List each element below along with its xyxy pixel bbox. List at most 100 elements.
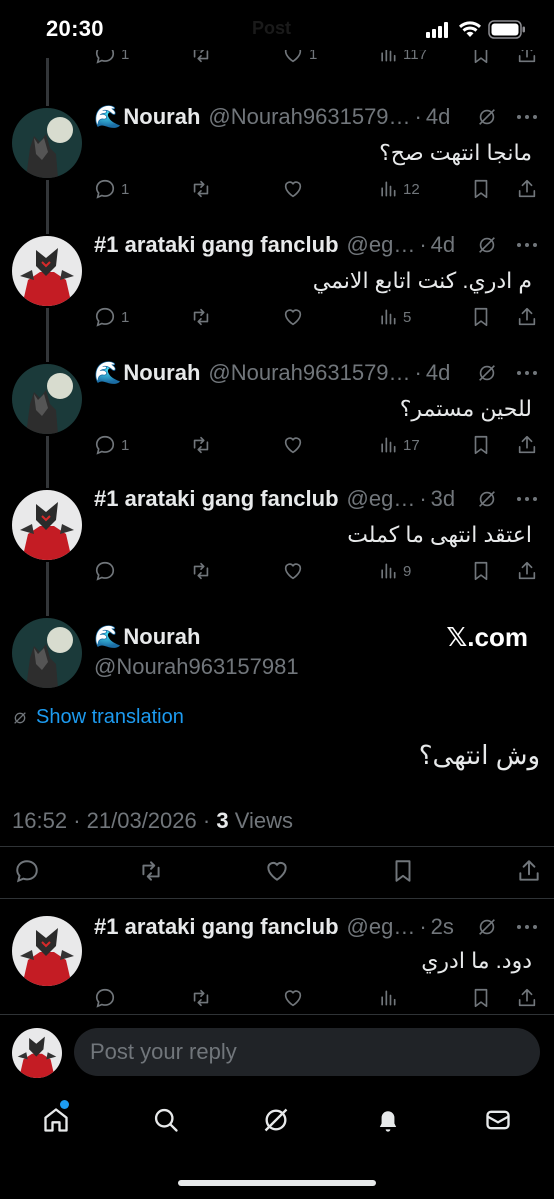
handle[interactable]: @Nourah9631579…	[208, 360, 410, 386]
timestamp[interactable]: 4d	[426, 104, 450, 130]
display-name[interactable]: #1 arataki gang fanclub	[94, 914, 339, 940]
tab-grok[interactable]	[262, 1106, 290, 1134]
display-name[interactable]: #1 arataki gang fanclub	[94, 232, 339, 258]
repost-action[interactable]	[190, 431, 212, 459]
handle[interactable]: @Nourah9631579…	[208, 104, 410, 130]
tab-messages[interactable]	[484, 1106, 512, 1134]
repost-action[interactable]	[190, 175, 212, 203]
grok-icon[interactable]	[476, 362, 498, 384]
handle[interactable]: @Nourah963157981	[94, 654, 299, 680]
share-action[interactable]	[516, 431, 538, 459]
more-options-icon[interactable]	[516, 242, 538, 248]
share-action[interactable]	[516, 557, 538, 585]
reply-input[interactable]: Post your reply	[74, 1028, 540, 1076]
share-icon	[518, 988, 536, 1007]
avatar[interactable]	[12, 364, 82, 434]
bookmark-action[interactable]	[470, 557, 492, 585]
display-name[interactable]: #1 arataki gang fanclub	[94, 486, 339, 512]
timestamp[interactable]: 4d	[431, 232, 455, 258]
post-time: 16:52	[12, 808, 68, 833]
show-translation-label[interactable]: Show translation	[36, 706, 184, 729]
like-action[interactable]	[282, 431, 304, 459]
reply-action[interactable]	[94, 557, 121, 585]
avatar[interactable]	[12, 108, 82, 178]
views-action[interactable]: 12	[378, 175, 420, 203]
reply-action[interactable]: 1	[94, 50, 129, 68]
bookmark-action[interactable]	[470, 984, 492, 1008]
reply-icon	[95, 179, 115, 199]
repost-action[interactable]	[190, 984, 212, 1008]
main-post-author: 🌊 Nourah @Nourah963157981	[94, 622, 299, 680]
tweet-header: #1 arataki gang fanclub @eg… · 4d	[94, 230, 538, 260]
avatar[interactable]	[12, 916, 82, 986]
thread-line	[46, 436, 49, 488]
views-count[interactable]: 3	[216, 808, 228, 833]
share-button[interactable]	[516, 858, 542, 884]
bookmark-icon	[474, 561, 488, 581]
search-icon	[154, 1108, 178, 1132]
display-name[interactable]: Nourah	[123, 624, 200, 650]
timestamp[interactable]: 3d	[431, 486, 455, 512]
views-action[interactable]: 9	[378, 557, 411, 585]
more-options-icon[interactable]	[516, 114, 538, 120]
timestamp[interactable]: 2s	[431, 914, 454, 940]
more-options-icon[interactable]	[516, 924, 538, 930]
display-name[interactable]: Nourah	[123, 104, 200, 130]
grok-icon[interactable]	[476, 916, 498, 938]
share-icon	[518, 179, 536, 198]
handle[interactable]: @eg…	[347, 486, 416, 512]
share-action[interactable]	[516, 303, 538, 331]
views-action[interactable]: 5	[378, 303, 411, 331]
bookmark-button[interactable]	[390, 858, 416, 884]
grok-icon[interactable]	[476, 106, 498, 128]
reply-action[interactable]: 1	[94, 175, 129, 203]
like-action[interactable]	[282, 303, 304, 331]
reply-action[interactable]	[94, 984, 116, 1008]
handle[interactable]: @eg…	[347, 232, 416, 258]
bookmark-action[interactable]	[470, 303, 492, 331]
share-action[interactable]	[516, 50, 538, 68]
timestamp[interactable]: 4d	[426, 360, 450, 386]
avatar[interactable]	[12, 618, 82, 688]
bookmark-action[interactable]	[470, 431, 492, 459]
avatar[interactable]	[12, 490, 82, 560]
divider	[0, 1014, 554, 1015]
repost-action[interactable]	[190, 303, 212, 331]
views-action[interactable]	[378, 984, 398, 1008]
views-action[interactable]: 117	[378, 50, 427, 68]
reply-action[interactable]: 1	[94, 431, 129, 459]
tab-home[interactable]	[42, 1106, 70, 1134]
home-icon	[44, 1108, 68, 1132]
bookmark-action[interactable]	[470, 50, 492, 68]
repost-button[interactable]	[138, 858, 164, 884]
divider	[0, 846, 554, 847]
bookmark-action[interactable]	[470, 175, 492, 203]
reply-button[interactable]	[14, 858, 40, 884]
share-action[interactable]	[516, 175, 538, 203]
handle[interactable]: @eg…	[347, 914, 416, 940]
reply-icon	[95, 561, 115, 581]
tab-notifications[interactable]	[374, 1106, 402, 1134]
grok-icon[interactable]	[476, 488, 498, 510]
battery-icon	[488, 20, 525, 39]
like-action[interactable]	[282, 557, 304, 585]
avatar[interactable]	[12, 236, 82, 306]
grok-icon[interactable]	[476, 234, 498, 256]
more-options-icon[interactable]	[516, 496, 538, 502]
display-name[interactable]: Nourah	[123, 360, 200, 386]
tweet-text: للحين مستمر؟	[399, 396, 532, 421]
tweet-actions	[94, 984, 542, 1008]
tab-search[interactable]	[152, 1106, 180, 1134]
views-action[interactable]: 17	[378, 431, 420, 459]
like-action[interactable]	[282, 984, 304, 1008]
like-action[interactable]	[282, 175, 304, 203]
reply-action[interactable]: 1	[94, 303, 129, 331]
repost-action[interactable]	[190, 557, 212, 585]
share-action[interactable]	[516, 984, 538, 1008]
like-button[interactable]	[264, 858, 290, 884]
repost-action[interactable]	[190, 50, 212, 68]
tweet-actions-partial: 1 1 117	[94, 50, 542, 72]
more-options-icon[interactable]	[516, 370, 538, 376]
show-translation-link[interactable]: Show translation	[12, 706, 184, 729]
like-action[interactable]: 1	[282, 50, 317, 68]
